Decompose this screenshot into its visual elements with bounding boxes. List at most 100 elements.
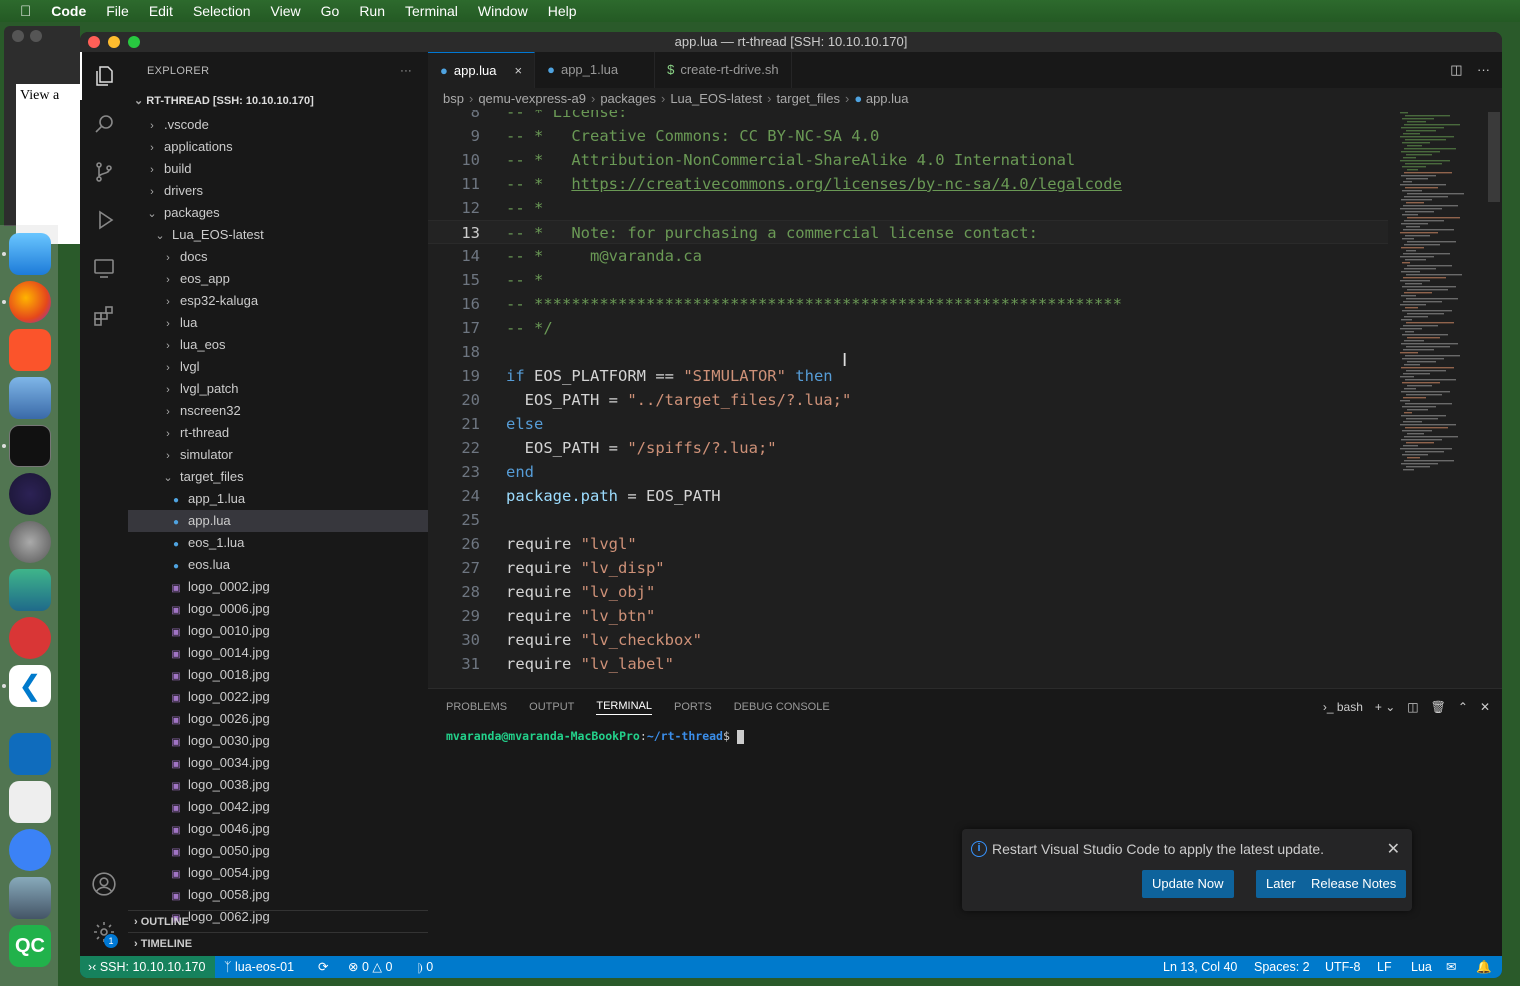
tree-file[interactable]: ▣ logo_0026.jpg	[128, 708, 428, 730]
brave-icon[interactable]	[9, 329, 51, 371]
tree-file[interactable]: ▣ logo_0010.jpg	[128, 620, 428, 642]
tree-folder[interactable]: › simulator	[128, 444, 428, 466]
tab-app-1-lua[interactable]: ● app_1.lua	[535, 52, 656, 88]
tree-folder[interactable]: › nscreen32	[128, 400, 428, 422]
code-line[interactable]: 21 else	[428, 412, 1388, 436]
tree-folder[interactable]: › docs	[128, 246, 428, 268]
tree-file[interactable]: ● app_1.lua	[128, 488, 428, 510]
tree-folder[interactable]: › lvgl_patch	[128, 378, 428, 400]
code-line[interactable]: 30 require "lv_checkbox"	[428, 628, 1388, 652]
panel-tab-ports[interactable]: PORTS	[674, 701, 712, 713]
workspace-root-folder[interactable]: ⌄ RT-THREAD [SSH: 10.10.10.170]	[128, 90, 428, 112]
menu-view[interactable]: View	[261, 3, 311, 19]
tree-folder[interactable]: ⌄ packages	[128, 202, 428, 224]
outline-section[interactable]: › OUTLINE	[128, 910, 428, 932]
panel-tab-terminal[interactable]: TERMINAL	[596, 700, 652, 715]
source-control-icon[interactable]	[80, 148, 128, 196]
tree-folder[interactable]: › lvgl	[128, 356, 428, 378]
remote-indicator[interactable]: ›‹ SSH: 10.10.10.170	[80, 956, 216, 978]
tree-file[interactable]: ▣ logo_0046.jpg	[128, 818, 428, 840]
window-zoom-button[interactable]	[128, 36, 140, 48]
code-line[interactable]: 18	[428, 340, 1388, 364]
tree-file[interactable]: ▣ logo_0050.jpg	[128, 840, 428, 862]
release-notes-button[interactable]: Release Notes	[1301, 870, 1407, 898]
code-line[interactable]: 13 -- * Note: for purchasing a commercial…	[428, 220, 1388, 244]
breadcrumb-item[interactable]: packages	[600, 91, 656, 106]
code-line[interactable]: 15 -- *	[428, 268, 1388, 292]
more-actions-icon[interactable]: ···	[1477, 62, 1490, 77]
code-line[interactable]: 19 if EOS_PLATFORM == "SIMULATOR" then	[428, 364, 1388, 388]
code-line[interactable]: 26 require "lvgl"	[428, 532, 1388, 556]
tree-folder[interactable]: ⌄ Lua_EOS-latest	[128, 224, 428, 246]
run-debug-icon[interactable]	[80, 196, 128, 244]
eclipse-icon[interactable]	[9, 473, 51, 515]
background-window[interactable]: View a	[4, 26, 80, 244]
screen-sharing-icon[interactable]	[9, 569, 51, 611]
qc-app-icon[interactable]: QC	[9, 925, 51, 967]
close-tab-icon[interactable]: ×	[515, 53, 523, 89]
tree-file[interactable]: ▣ logo_0002.jpg	[128, 576, 428, 598]
finder-icon[interactable]	[9, 233, 51, 275]
code-line[interactable]: 22 EOS_PATH = "/spiffs/?.lua;"	[428, 436, 1388, 460]
apple-menu-icon[interactable]: 	[0, 3, 41, 20]
menu-help[interactable]: Help	[538, 3, 587, 19]
outlook-icon[interactable]	[9, 733, 51, 775]
tree-folder[interactable]: › drivers	[128, 180, 428, 202]
signal-icon[interactable]	[9, 829, 51, 871]
encoding[interactable]: UTF-8	[1325, 956, 1360, 978]
menu-terminal[interactable]: Terminal	[395, 3, 468, 19]
update-now-button[interactable]: Update Now	[1142, 870, 1234, 898]
tab-create-rt-drive-sh[interactable]: $ create-rt-drive.sh	[655, 52, 792, 88]
notifications-bell-icon[interactable]: 🔔	[1476, 956, 1492, 978]
terminal-app-icon[interactable]	[9, 425, 51, 467]
code-line[interactable]: 29 require "lv_btn"	[428, 604, 1388, 628]
explorer-icon[interactable]	[80, 52, 128, 100]
panel-tab-output[interactable]: OUTPUT	[529, 701, 574, 713]
menu-app-name[interactable]: Code	[41, 3, 96, 19]
tree-folder[interactable]: › .vscode	[128, 114, 428, 136]
accounts-icon[interactable]	[80, 860, 128, 908]
code-line[interactable]: 11 -- * https://creativecommons.org/licen…	[428, 172, 1388, 196]
tree-file[interactable]: ▣ logo_0018.jpg	[128, 664, 428, 686]
bg-minimize-button[interactable]	[30, 30, 42, 42]
terminal-shell-selector[interactable]: ›_ bash	[1323, 700, 1363, 714]
tree-folder[interactable]: › rt-thread	[128, 422, 428, 444]
explorer-more-actions-icon[interactable]: ···	[400, 52, 412, 90]
tree-folder[interactable]: ⌄ target_files	[128, 466, 428, 488]
git-branch[interactable]: ᛉ lua-eos-01	[224, 956, 294, 978]
mail-icon[interactable]	[9, 377, 51, 419]
extensions-icon[interactable]	[80, 292, 128, 340]
code-line[interactable]: 20 EOS_PATH = "../target_files/?.lua;"	[428, 388, 1388, 412]
code-line[interactable]: 16 -- ***********************************…	[428, 292, 1388, 316]
breadcrumb-item[interactable]: app.lua	[866, 91, 909, 106]
code-line[interactable]: 25	[428, 508, 1388, 532]
tree-folder[interactable]: › lua	[128, 312, 428, 334]
breadcrumb-item[interactable]: target_files	[776, 91, 840, 106]
timeline-section[interactable]: › TIMELINE	[128, 932, 428, 954]
firefox-icon[interactable]	[9, 281, 51, 323]
tree-file[interactable]: ▣ logo_0038.jpg	[128, 774, 428, 796]
close-notification-icon[interactable]: ✕	[1387, 839, 1400, 859]
code-line[interactable]: 9 -- * Creative Commons: CC BY-NC-SA 4.0	[428, 124, 1388, 148]
tree-file[interactable]: ▣ logo_0054.jpg	[128, 862, 428, 884]
breadcrumb-item[interactable]: qemu-vexpress-a9	[478, 91, 586, 106]
tree-file[interactable]: ● eos_1.lua	[128, 532, 428, 554]
search-icon[interactable]	[80, 100, 128, 148]
menu-file[interactable]: File	[96, 3, 139, 19]
language-mode[interactable]: Lua	[1411, 956, 1432, 978]
menu-run[interactable]: Run	[349, 3, 395, 19]
tree-file[interactable]: ▣ logo_0022.jpg	[128, 686, 428, 708]
tree-file[interactable]: ▣ logo_0030.jpg	[128, 730, 428, 752]
remote-desktop-icon[interactable]	[9, 617, 51, 659]
menu-window[interactable]: Window	[468, 3, 538, 19]
tree-file[interactable]: ▣ logo_0034.jpg	[128, 752, 428, 774]
manage-gear-icon[interactable]: 1	[80, 908, 128, 956]
code-line[interactable]: 8 -- * License:	[428, 110, 1388, 124]
split-editor-icon[interactable]: ◫	[1450, 62, 1462, 77]
problems-counter[interactable]: ⊗ 0 △ 0	[348, 956, 392, 978]
code-line[interactable]: 28 require "lv_obj"	[428, 580, 1388, 604]
code-line[interactable]: 24 package.path = EOS_PATH	[428, 484, 1388, 508]
code-editor[interactable]: 8 -- * License: 9 -- * Creative Commons: CC…	[428, 110, 1502, 688]
tree-file[interactable]: ▣ logo_0014.jpg	[128, 642, 428, 664]
later-button[interactable]: Later	[1256, 870, 1306, 898]
